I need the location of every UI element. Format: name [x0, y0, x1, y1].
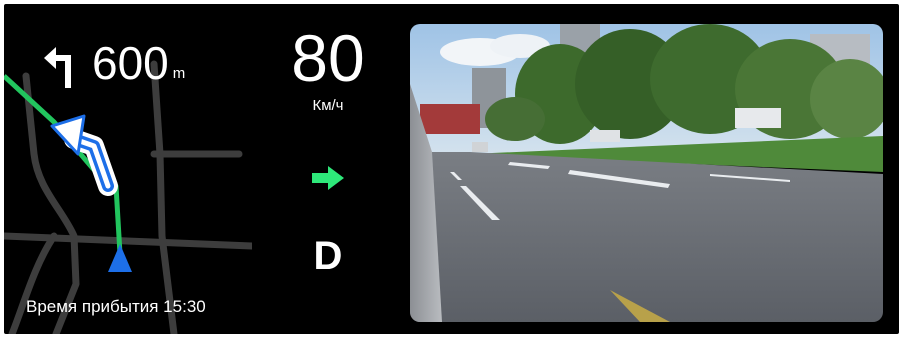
speed-unit: Км/ч	[312, 97, 344, 114]
speed-value: 80	[291, 21, 365, 95]
map-roads	[4, 60, 252, 334]
front-camera-view	[410, 24, 883, 322]
arrow-right-icon	[312, 166, 344, 190]
navigation-map-panel: 600 m Время прибытия 15:30	[4, 4, 252, 334]
next-turn-info: 600 m	[40, 28, 185, 88]
distance-value: 600	[92, 37, 169, 89]
turn-left-arrow-icon	[44, 47, 71, 88]
gear-indicator: D	[313, 234, 343, 278]
maneuver-arrow-icon	[50, 114, 118, 196]
head-up-display: 600 m Время прибытия 15:30 80 Км/ч D	[4, 4, 899, 334]
vehicle-status-panel: 80 Км/ч D	[252, 4, 404, 334]
arrival-time: Время прибытия 15:30	[26, 297, 206, 316]
road-camera-image	[410, 24, 883, 322]
current-position-icon	[108, 244, 132, 272]
distance-unit: m	[172, 65, 186, 82]
